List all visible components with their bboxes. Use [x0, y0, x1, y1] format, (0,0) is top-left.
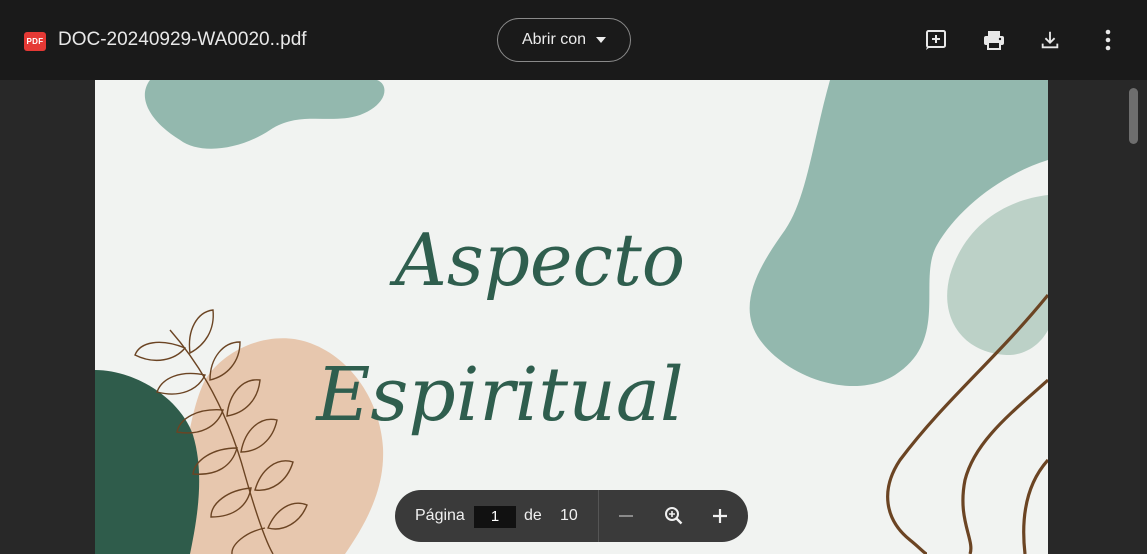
add-annotation-icon[interactable] [922, 26, 950, 54]
pager-divider [598, 490, 599, 542]
pdf-file-icon: PDF [24, 32, 46, 51]
zoom-in-icon[interactable] [707, 503, 733, 529]
of-label: de [524, 507, 542, 524]
document-title-line2: Espiritual [314, 352, 683, 438]
open-with-button[interactable]: Abrir con [497, 18, 631, 62]
print-icon[interactable] [980, 26, 1008, 54]
pdf-page: Aspecto Espiritual [95, 80, 1048, 554]
page-artwork: Aspecto Espiritual [95, 80, 1048, 554]
zoom-out-icon[interactable] [613, 503, 639, 529]
page-label: Página [415, 507, 465, 524]
caret-down-icon [596, 37, 607, 43]
document-filename: DOC-20240929-WA0020..pdf [58, 29, 307, 50]
open-with-label: Abrir con [521, 31, 587, 48]
total-pages: 10 [560, 507, 578, 524]
scrollbar-thumb[interactable] [1129, 88, 1138, 144]
download-icon[interactable] [1036, 26, 1064, 54]
zoom-fit-icon[interactable] [661, 503, 687, 529]
page-number-input[interactable]: 1 [474, 506, 516, 528]
page-navigation-bar: Página 1 de 10 [395, 490, 748, 542]
document-title-line1: Aspecto [389, 218, 685, 302]
viewer-toolbar: PDF DOC-20240929-WA0020..pdf Abrir con [0, 0, 1147, 80]
more-vert-icon[interactable] [1094, 26, 1122, 54]
